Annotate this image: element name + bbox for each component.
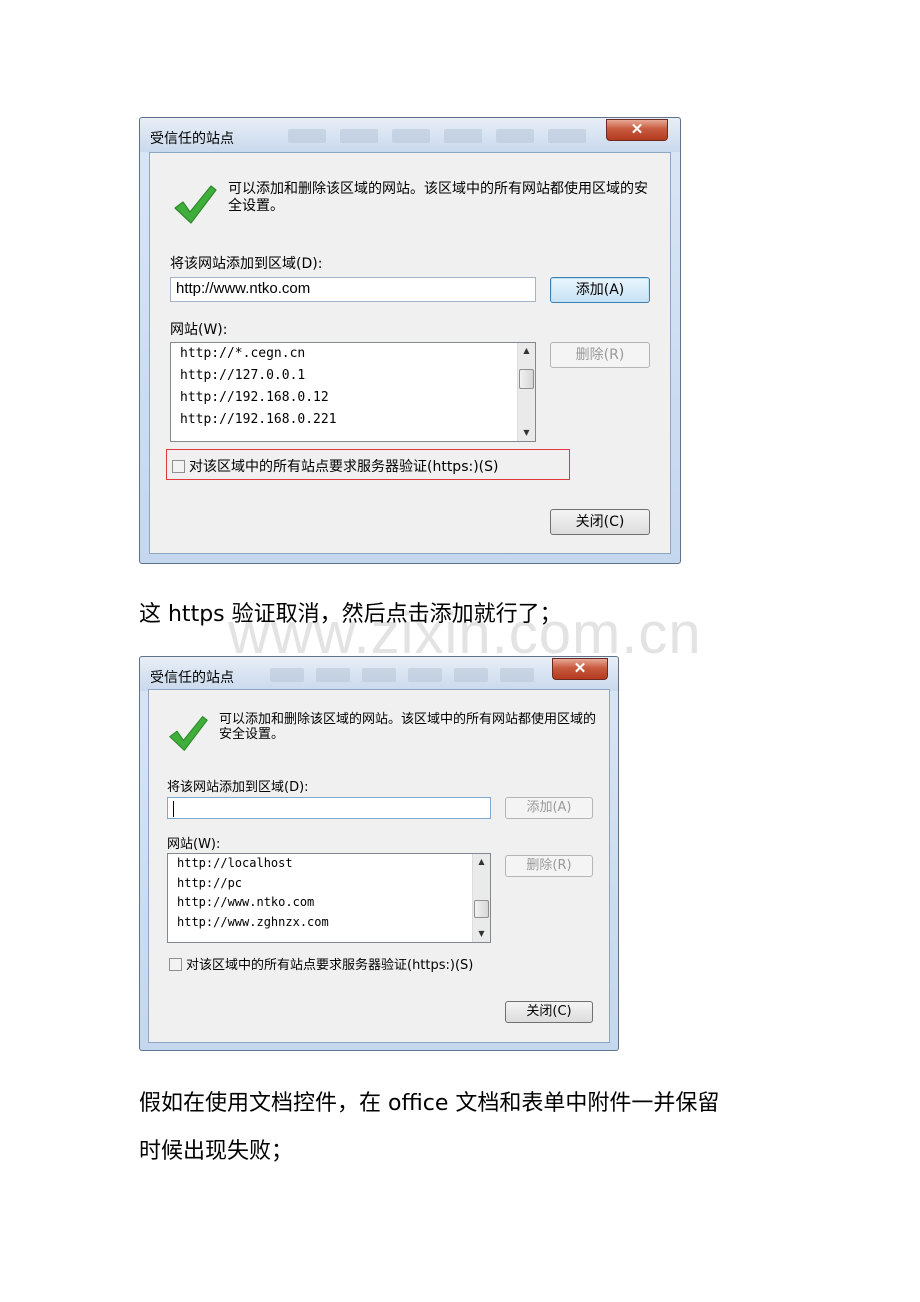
text-caret [173, 801, 174, 818]
scroll-thumb[interactable] [474, 900, 489, 918]
list-item[interactable]: http://192.168.0.12 [171, 387, 535, 409]
websites-list[interactable]: http://*.cegn.cn http://127.0.0.1 http:/… [170, 342, 536, 442]
info-message: 可以添加和删除该区域的网站。该区域中的所有网站都使用区域的安全设置。 [219, 712, 597, 742]
body-text-line-2: 时候出现失败； [139, 1139, 294, 1164]
url-input[interactable]: http://www.ntko.com [170, 277, 536, 302]
dialog-body: 可以添加和删除该区域的网站。该区域中的所有网站都使用区域的安全设置。 将该网站添… [149, 152, 671, 554]
https-checkbox-label: 对该区域中的所有站点要求服务器验证(https:)(S) [189, 459, 499, 475]
scroll-down-icon[interactable]: ▼ [473, 926, 490, 942]
websites-label: 网站(W): [170, 322, 228, 338]
dialog-title: 受信任的站点 [150, 670, 234, 686]
list-item[interactable]: http://pc [168, 874, 490, 894]
https-checkbox-label: 对该区域中的所有站点要求服务器验证(https:)(S) [186, 958, 474, 973]
https-checkbox-row[interactable]: 对该区域中的所有站点要求服务器验证(https:)(S) [172, 456, 498, 476]
list-item[interactable]: http://www.ntko.com [168, 893, 490, 913]
websites-list[interactable]: http://localhost http://pc http://www.nt… [167, 853, 491, 943]
info-message: 可以添加和删除该区域的网站。该区域中的所有网站都使用区域的安全设置。 [228, 181, 648, 214]
add-site-label: 将该网站添加到区域(D): [170, 256, 323, 272]
websites-label: 网站(W): [167, 837, 221, 852]
remove-button[interactable]: 删除(R) [550, 342, 650, 368]
scrollbar[interactable]: ▲ ▼ [517, 343, 535, 441]
add-button[interactable]: 添加(A) [505, 797, 593, 819]
close-button[interactable]: 关闭(C) [505, 1001, 593, 1023]
https-checkbox[interactable] [169, 958, 182, 971]
trusted-sites-dialog-2: 受信任的站点 ✕ 可以添加和删除该区域的网站。该区域中的所有网站都使用区域的安全… [139, 656, 619, 1051]
https-checkbox-row[interactable]: 对该区域中的所有站点要求服务器验证(https:)(S) [169, 954, 473, 973]
scroll-down-icon[interactable]: ▼ [518, 425, 535, 441]
dialog-title: 受信任的站点 [150, 131, 234, 147]
trusted-sites-dialog: 受信任的站点 ✕ 可以添加和删除该区域的网站。该区域中的所有网站都使用区域的安全… [139, 117, 681, 564]
add-button[interactable]: 添加(A) [550, 277, 650, 303]
scroll-thumb[interactable] [519, 369, 534, 389]
close-button[interactable]: 关闭(C) [550, 509, 650, 535]
list-item[interactable]: http://*.cegn.cn [171, 343, 535, 365]
list-item[interactable]: http://www.zghnzx.com [168, 913, 490, 933]
window-close-button[interactable]: ✕ [552, 658, 608, 680]
scroll-up-icon[interactable]: ▲ [473, 854, 490, 870]
list-item[interactable]: http://localhost [168, 854, 490, 874]
remove-button[interactable]: 删除(R) [505, 855, 593, 877]
dialog-body: 可以添加和删除该区域的网站。该区域中的所有网站都使用区域的安全设置。 将该网站添… [148, 689, 610, 1043]
scrollbar[interactable]: ▲ ▼ [472, 854, 490, 942]
body-text-line-1: 假如在使用文档控件，在 office 文档和表单中附件一并保留 [139, 1091, 720, 1116]
checkmark-icon [169, 716, 208, 751]
window-close-button[interactable]: ✕ [606, 119, 668, 141]
url-input[interactable] [167, 797, 491, 819]
list-item[interactable]: http://127.0.0.1 [171, 365, 535, 387]
add-site-label: 将该网站添加到区域(D): [167, 780, 309, 795]
instruction-text: 这 https 验证取消，然后点击添加就行了； [139, 602, 562, 627]
title-bar: 受信任的站点 ✕ [140, 118, 680, 152]
title-bar: 受信任的站点 ✕ [140, 657, 618, 691]
list-item[interactable]: http://192.168.0.221 [171, 409, 535, 431]
list-item[interactable] [171, 431, 535, 441]
checkmark-icon [174, 185, 217, 224]
https-checkbox[interactable] [172, 460, 185, 473]
scroll-up-icon[interactable]: ▲ [518, 343, 535, 359]
